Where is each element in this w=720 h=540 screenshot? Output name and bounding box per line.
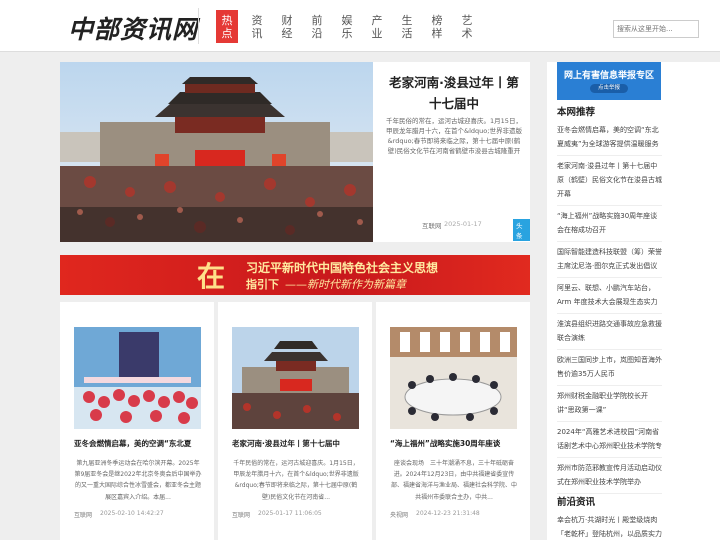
frontier-list: 幸会杭万·共湖时光丨殿堂级烧肉「老乾杯」登陆杭州，以品质实力 xyxy=(557,510,662,540)
sidebar-news-item[interactable]: 阿里云、联想、小鹏汽车站台，Arm 年度技术大会展现生态实力 xyxy=(557,278,662,314)
sidebar-news-item[interactable]: “海上福州”战略实施30周年座谈会在榕成功召开 xyxy=(557,206,662,242)
sidebar-news-item[interactable]: 淮滨县组织进路交通事故应急救援联合演练 xyxy=(557,314,662,350)
nav-item-char: 艺 xyxy=(461,13,473,27)
article-card[interactable]: 亚冬会燃情启幕，美的空调“东北夏 第九届亚洲冬季运动会在哈尔滨开幕。2025年第… xyxy=(60,302,214,540)
card-date: 2024-12-23 21:31:48 xyxy=(416,510,480,517)
nav-item-char: 乐 xyxy=(341,26,353,40)
card-source: 央视网 xyxy=(390,512,409,519)
nav-item-char: 财 xyxy=(281,13,293,27)
sidebar-news-item[interactable]: 郑州财税金融职业学院校长开讲“思政第一课” xyxy=(557,386,662,422)
nav-item-char: 术 xyxy=(461,26,473,40)
card-summary: 千年民俗的常在，运河古城迎喜庆。1月15日，甲辰龙年腊月十六，在首个&ldquo… xyxy=(233,460,359,501)
card-image[interactable] xyxy=(74,327,201,429)
nav-item[interactable]: 热点 xyxy=(216,10,238,43)
banner-line1: 习近平新时代中国特色社会主义思想 xyxy=(246,261,439,275)
banner-line2-head: 指引下 xyxy=(246,278,279,291)
search-input[interactable] xyxy=(613,20,699,38)
nav-item-char: 点 xyxy=(221,26,233,40)
sidebar: 网上有害信息举报专区 点击举报 本网推荐 亚冬会燃情启幕，美的空调“东北夏威夷”… xyxy=(547,62,720,540)
sidebar-news-item[interactable]: 郑州市防范邪教宣传月活动启动仪式在郑州职业技术学院举办 xyxy=(557,458,662,494)
headline-feature[interactable]: 老家河南·浚县过年丨第十七届中 千年民俗的常在，运河古城迎喜庆。1月15日，甲辰… xyxy=(60,62,530,242)
headline-badge: 头条 xyxy=(513,219,530,241)
sidebar-news-item[interactable]: 2024年“高雅艺术进校园”河南省话剧艺术中心郑州职业技术学院专 xyxy=(557,422,662,458)
nav-item[interactable]: 前沿 xyxy=(306,10,328,43)
card-source: 互联网 xyxy=(74,512,93,519)
article-cards: 亚冬会燃情启幕，美的空调“东北夏 第九届亚洲冬季运动会在哈尔滨开幕。2025年第… xyxy=(60,302,530,540)
report-button[interactable]: 点击举报 xyxy=(590,84,628,93)
nav-item[interactable]: 艺术 xyxy=(456,10,478,43)
banner-emblem-char: 在 xyxy=(197,260,226,293)
report-box[interactable]: 网上有害信息举报专区 点击举报 xyxy=(557,62,661,100)
sidebar-news-item[interactable]: 国际智能建造科技联盟（筹）荣誉主席沈尼洛·图尔克正式发出倡议 xyxy=(557,242,662,278)
card-summary: 座谈会现场 三十年潮涌不息，三十年砥砺奋进。2024年12月23日，由中共福建省… xyxy=(390,460,517,501)
feature-title[interactable]: 老家河南·浚县过年丨第十七届中 xyxy=(386,72,522,114)
nav-item-char: 产 xyxy=(371,13,383,27)
main-nav: 热点资讯财经前沿娱乐产业生活榜样艺术 xyxy=(216,10,478,43)
card-image[interactable] xyxy=(232,327,359,429)
nav-item-char: 前 xyxy=(311,13,323,27)
article-card[interactable]: “海上福州”战略实施30周年座谈 座谈会现场 三十年潮涌不息，三十年砥砺奋进。2… xyxy=(376,302,530,540)
feature-image[interactable] xyxy=(60,62,373,242)
card-image[interactable] xyxy=(390,327,517,429)
card-date: 2025-02-10 14:42:27 xyxy=(100,510,164,517)
card-title[interactable]: 亚冬会燃情启幕，美的空调“东北夏 xyxy=(74,438,204,449)
sidebar-news-item[interactable]: 老家河南·浚县过年丨第十七届中原（鹤壁）民俗文化节在浚县古城开幕 xyxy=(557,156,662,206)
nav-item-char: 业 xyxy=(371,26,383,40)
banner-line2: 指引下 ——新时代新作为新篇章 xyxy=(246,276,406,292)
nav-item-char: 讯 xyxy=(251,26,263,40)
card-source: 互联网 xyxy=(232,512,251,519)
nav-item-char: 活 xyxy=(401,26,413,40)
nav-item[interactable]: 财经 xyxy=(276,10,298,43)
feature-summary: 千年民俗的常在，运河古城迎喜庆。1月15日，甲辰龙年腊月十六，在首个&ldquo… xyxy=(386,117,522,155)
nav-item[interactable]: 生活 xyxy=(396,10,418,43)
banner-line2-tail: ——新时代新作为新篇章 xyxy=(285,278,406,291)
card-title[interactable]: “海上福州”战略实施30周年座谈 xyxy=(390,438,520,449)
header-divider xyxy=(198,8,199,44)
nav-item[interactable]: 资讯 xyxy=(246,10,268,43)
sidebar-news-item[interactable]: 欧洲三国同步上市，岚图知音海外售价逾35万人民币 xyxy=(557,350,662,386)
nav-item-char: 热 xyxy=(221,13,233,27)
frontier-heading: 前沿资讯 xyxy=(557,497,596,508)
nav-item[interactable]: 娱乐 xyxy=(336,10,358,43)
nav-item-char: 沿 xyxy=(311,26,323,40)
card-title[interactable]: 老家河南·浚县过年丨第十七届中 xyxy=(232,438,362,449)
recommend-heading: 本网推荐 xyxy=(557,107,596,118)
site-header: 中部资讯网 热点资讯财经前沿娱乐产业生活榜样艺术 xyxy=(0,0,720,52)
card-date: 2025-01-17 11:06:05 xyxy=(258,510,322,517)
article-card[interactable]: 老家河南·浚县过年丨第十七届中 千年民俗的常在，运河古城迎喜庆。1月15日，甲辰… xyxy=(218,302,372,540)
report-title: 网上有害信息举报专区 xyxy=(563,71,654,81)
sidebar-news-item[interactable]: 幸会杭万·共湖时光丨殿堂级烧肉「老乾杯」登陆杭州，以品质实力 xyxy=(557,510,662,540)
nav-item[interactable]: 榜样 xyxy=(426,10,448,43)
feature-source: 互联网 xyxy=(422,222,442,230)
nav-item-char: 样 xyxy=(431,26,443,40)
nav-item-char: 资 xyxy=(251,13,263,27)
recommend-list: 亚冬会燃情启幕，美的空调“东北夏威夷”为全球游客提供温暖服务 老家河南·浚县过年丨… xyxy=(557,120,662,494)
promo-banner[interactable]: 在 习近平新时代中国特色社会主义思想 指引下 ——新时代新作为新篇章 xyxy=(60,255,530,295)
card-summary: 第九届亚洲冬季运动会在哈尔滨开幕。2025年第9届亚冬会是继2022年北京冬奥会… xyxy=(74,460,202,501)
nav-item-char: 经 xyxy=(281,26,293,40)
nav-item-char: 生 xyxy=(401,13,413,27)
nav-item-char: 榜 xyxy=(431,13,443,27)
site-logo[interactable]: 中部资讯网 xyxy=(68,10,198,46)
sidebar-news-item[interactable]: 亚冬会燃情启幕，美的空调“东北夏威夷”为全球游客提供温暖服务 xyxy=(557,120,662,156)
nav-item-char: 娱 xyxy=(341,13,353,27)
nav-item[interactable]: 产业 xyxy=(366,10,388,43)
feature-date: 2025-01-17 xyxy=(444,220,482,228)
